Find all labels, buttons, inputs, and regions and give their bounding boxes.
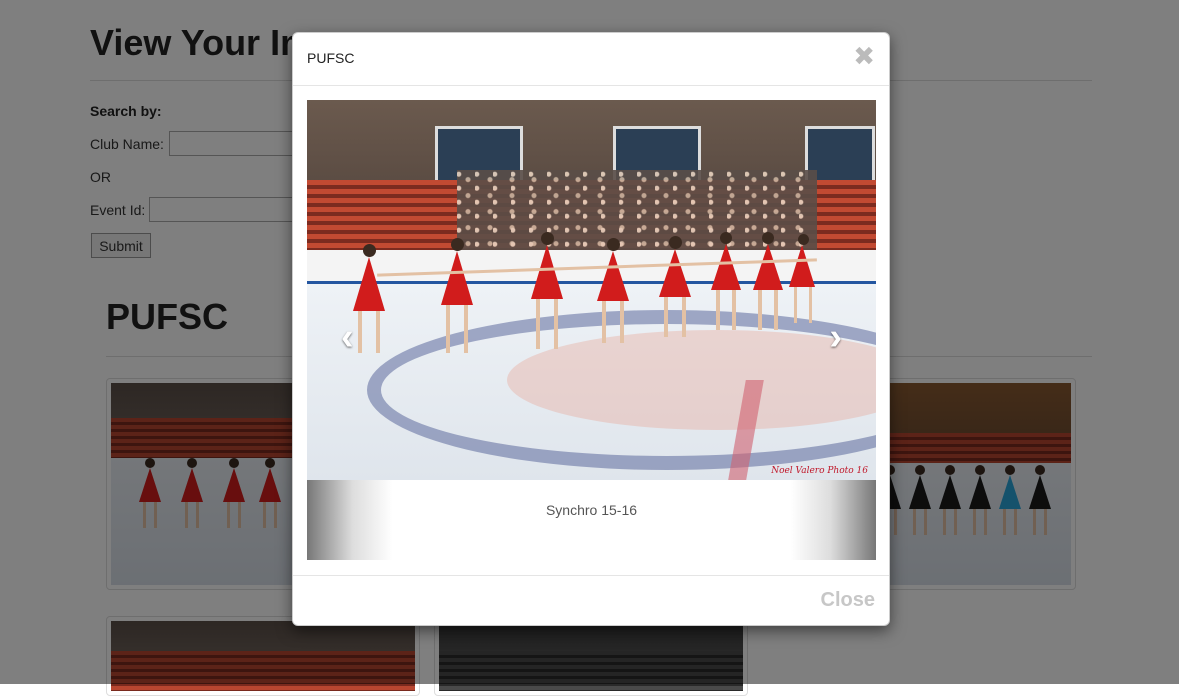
caption-bar: Synchro 15-16 (307, 480, 876, 560)
divider (293, 85, 889, 86)
close-icon[interactable]: ✖ (853, 43, 875, 69)
chevron-left-icon[interactable]: ‹ (341, 318, 354, 356)
photo-watermark: Noel Valero Photo 16 (771, 466, 868, 476)
chevron-right-icon[interactable]: › (829, 318, 842, 356)
carousel-image: Noel Valero Photo 16 (307, 100, 876, 480)
image-caption: Synchro 15-16 (545, 502, 638, 518)
close-button[interactable]: Close (821, 589, 875, 612)
image-carousel: Noel Valero Photo 16 Synchro 15-16 ‹ › (307, 100, 876, 560)
image-modal: PUFSC ✖ Noel Valero Photo 16 Synchro 15-… (292, 32, 890, 626)
divider (293, 575, 889, 576)
modal-title: PUFSC (307, 50, 355, 66)
